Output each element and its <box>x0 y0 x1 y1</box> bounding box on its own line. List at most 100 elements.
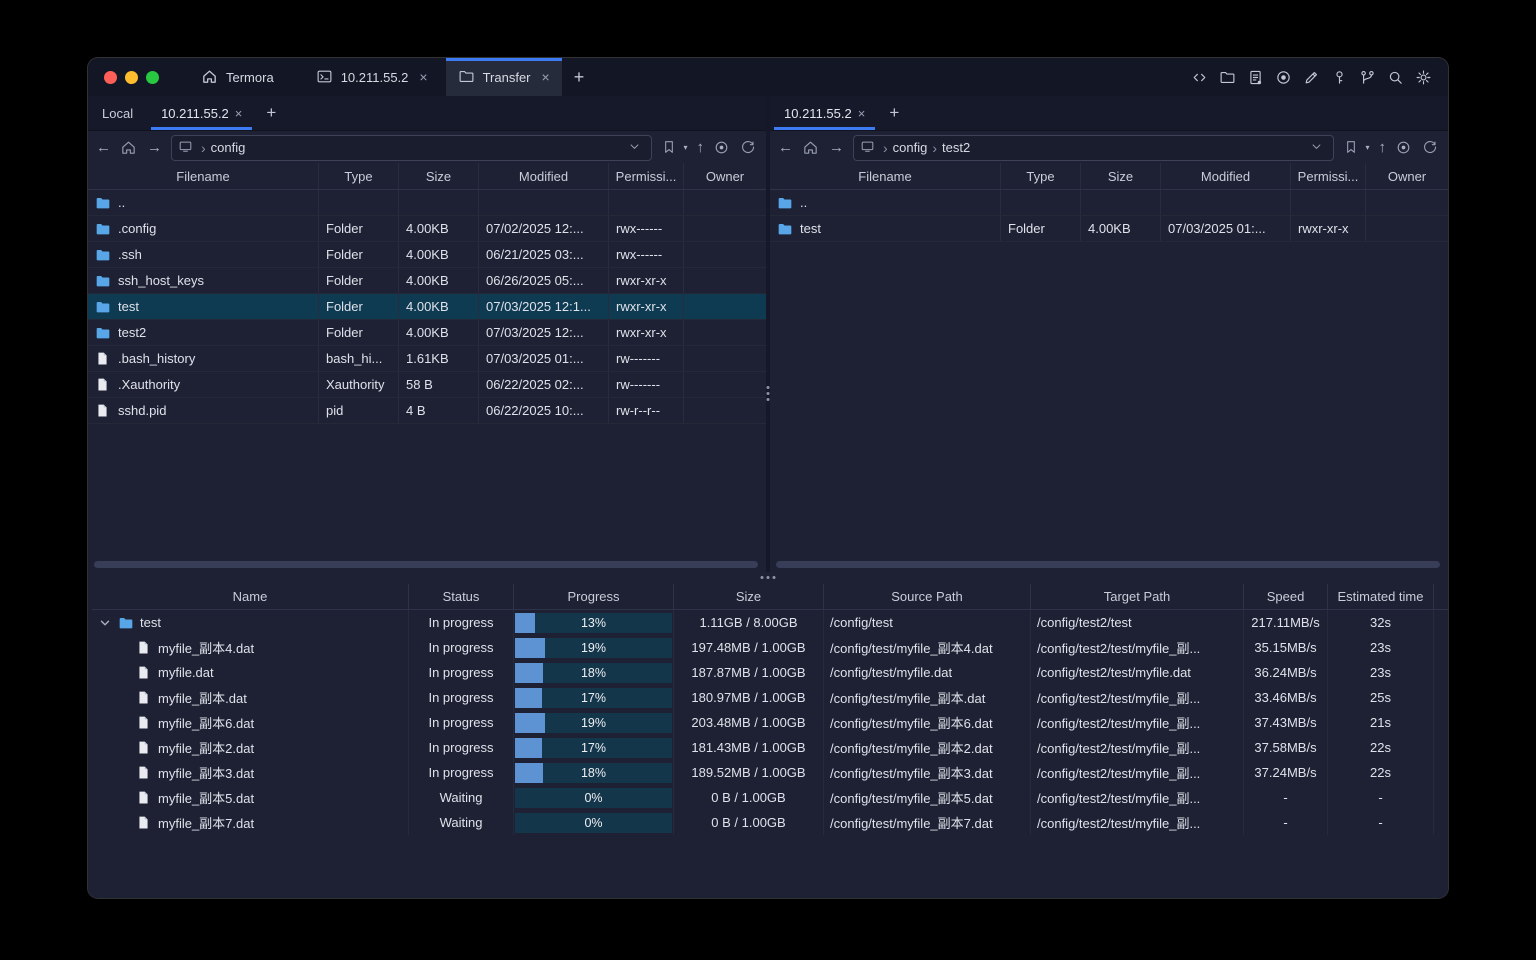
parent-directory-button[interactable]: ↑ <box>1379 139 1387 156</box>
transfer-size: 0 B / 1.00GB <box>674 785 824 810</box>
close-window-button[interactable] <box>104 70 117 84</box>
progress-label: 18% <box>580 765 607 780</box>
file-owner <box>684 294 766 319</box>
transfer-row[interactable]: test In progress 13% 1.11GB / 8.00GB /co… <box>92 610 1448 635</box>
transfer-row[interactable]: myfile_副本2.dat In progress 17% 181.43MB … <box>92 735 1448 760</box>
parent-directory-button[interactable]: ↑ <box>697 139 705 156</box>
transfer-row[interactable]: myfile_副本3.dat In progress 18% 189.52MB … <box>92 760 1448 785</box>
column-status[interactable]: Status <box>409 584 514 609</box>
table-row[interactable]: sshd.pid pid 4 B 06/22/2025 10:... rw-r-… <box>88 398 766 424</box>
file-type: Folder <box>319 216 399 241</box>
table-row[interactable]: .Xauthority Xauthority 58 B 06/22/2025 0… <box>88 372 766 398</box>
horizontal-splitter[interactable] <box>88 572 1448 584</box>
edit-icon[interactable] <box>1303 69 1320 86</box>
column-size[interactable]: Size <box>399 163 479 189</box>
column-type[interactable]: Type <box>1001 163 1081 189</box>
expand-chevron-icon[interactable] <box>98 616 112 630</box>
record-icon[interactable] <box>1275 69 1292 86</box>
show-hidden-files-button[interactable] <box>1395 139 1413 157</box>
column-permissions[interactable]: Permissi... <box>1291 163 1366 189</box>
table-row[interactable]: test2 Folder 4.00KB 07/03/2025 12:... rw… <box>88 320 766 346</box>
refresh-button[interactable] <box>1422 139 1440 157</box>
bookmark-caret-icon[interactable]: ▾ <box>683 143 687 152</box>
column-owner[interactable]: Owner <box>1366 163 1448 189</box>
table-row[interactable]: .config Folder 4.00KB 07/02/2025 12:... … <box>88 216 766 242</box>
forward-button[interactable]: → <box>147 139 162 156</box>
column-modified[interactable]: Modified <box>479 163 609 189</box>
home-button[interactable] <box>120 139 138 157</box>
zoom-window-button[interactable] <box>146 70 159 84</box>
bookmark-button[interactable] <box>661 139 679 157</box>
back-button[interactable]: ← <box>96 139 111 156</box>
branch-icon[interactable] <box>1359 69 1376 86</box>
forward-button[interactable]: → <box>829 139 844 156</box>
horizontal-scrollbar[interactable] <box>776 561 1440 568</box>
column-source-path[interactable]: Source Path <box>824 584 1031 609</box>
back-button[interactable]: ← <box>778 139 793 156</box>
new-tab-button[interactable]: + <box>562 58 597 96</box>
table-row[interactable]: test Folder 4.00KB 07/03/2025 01:... rwx… <box>770 216 1448 242</box>
minimize-window-button[interactable] <box>125 70 138 84</box>
table-row[interactable]: .. <box>770 190 1448 216</box>
horizontal-scrollbar[interactable] <box>94 561 758 568</box>
column-size[interactable]: Size <box>674 584 824 609</box>
column-filename[interactable]: Filename <box>88 163 319 189</box>
column-type[interactable]: Type <box>319 163 399 189</box>
settings-icon[interactable] <box>1415 69 1432 86</box>
breadcrumb-config[interactable]: config <box>893 140 928 155</box>
tab-local[interactable]: Local <box>88 96 147 130</box>
transfer-row[interactable]: myfile.dat In progress 18% 187.87MB / 1.… <box>92 660 1448 685</box>
show-hidden-files-button[interactable] <box>713 139 731 157</box>
column-estimated-time[interactable]: Estimated time <box>1328 584 1434 609</box>
tab-remote-host[interactable]: 10.211.55.2 × <box>770 96 879 130</box>
search-icon[interactable] <box>1387 69 1404 86</box>
table-row-selected[interactable]: test Folder 4.00KB 07/03/2025 12:1... rw… <box>88 294 766 320</box>
path-field[interactable]: › config <box>171 134 653 161</box>
transfer-row[interactable]: myfile_副本7.dat Waiting 0% 0 B / 1.00GB /… <box>92 810 1448 835</box>
close-tab-icon[interactable]: × <box>235 106 243 121</box>
table-row[interactable]: .. <box>88 190 766 216</box>
column-target-path[interactable]: Target Path <box>1031 584 1244 609</box>
folder-icon[interactable] <box>1219 69 1236 86</box>
new-pane-tab-button[interactable]: + <box>256 96 286 130</box>
column-progress[interactable]: Progress <box>514 584 674 609</box>
tab-ssh-session[interactable]: 10.211.55.2 × <box>304 58 440 96</box>
column-permissions[interactable]: Permissi... <box>609 163 684 189</box>
transfer-row[interactable]: myfile_副本.dat In progress 17% 180.97MB /… <box>92 685 1448 710</box>
transfer-row[interactable]: myfile_副本5.dat Waiting 0% 0 B / 1.00GB /… <box>92 785 1448 810</box>
path-field[interactable]: › config › test2 <box>853 134 1335 161</box>
table-row[interactable]: .bash_history bash_hi... 1.61KB 07/03/20… <box>88 346 766 372</box>
table-row[interactable]: .ssh Folder 4.00KB 06/21/2025 03:... rwx… <box>88 242 766 268</box>
close-tab-icon[interactable]: × <box>542 69 550 85</box>
new-pane-tab-button[interactable]: + <box>879 96 909 130</box>
bookmark-caret-icon[interactable]: ▾ <box>1365 143 1369 152</box>
tab-remote-host[interactable]: 10.211.55.2 × <box>147 96 256 130</box>
table-row[interactable]: ssh_host_keys Folder 4.00KB 06/26/2025 0… <box>88 268 766 294</box>
tab-termora-home[interactable]: Termora <box>189 58 286 96</box>
file-owner <box>684 216 766 241</box>
refresh-button[interactable] <box>740 139 758 157</box>
bookmark-button[interactable] <box>1343 139 1361 157</box>
folder-icon <box>95 273 111 289</box>
chevron-down-icon[interactable] <box>627 139 645 157</box>
close-tab-icon[interactable]: × <box>858 106 866 121</box>
key-icon[interactable] <box>1331 69 1348 86</box>
chevron-down-icon[interactable] <box>1309 139 1327 157</box>
transfer-speed: 35.15MB/s <box>1244 635 1328 660</box>
report-icon[interactable] <box>1247 69 1264 86</box>
column-filename[interactable]: Filename <box>770 163 1001 189</box>
column-name[interactable]: Name <box>92 584 409 609</box>
code-icon[interactable] <box>1191 69 1208 86</box>
tab-transfer[interactable]: Transfer × <box>445 58 562 96</box>
home-button[interactable] <box>802 139 820 157</box>
breadcrumb-test2[interactable]: test2 <box>942 140 970 155</box>
transfer-row[interactable]: myfile_副本4.dat In progress 19% 197.48MB … <box>92 635 1448 660</box>
transfer-row[interactable]: myfile_副本6.dat In progress 19% 203.48MB … <box>92 710 1448 735</box>
column-speed[interactable]: Speed <box>1244 584 1328 609</box>
close-tab-icon[interactable]: × <box>419 69 427 85</box>
column-size[interactable]: Size <box>1081 163 1161 189</box>
column-modified[interactable]: Modified <box>1161 163 1291 189</box>
breadcrumb-config[interactable]: config <box>211 140 246 155</box>
column-owner[interactable]: Owner <box>684 163 766 189</box>
file-size <box>399 190 479 215</box>
